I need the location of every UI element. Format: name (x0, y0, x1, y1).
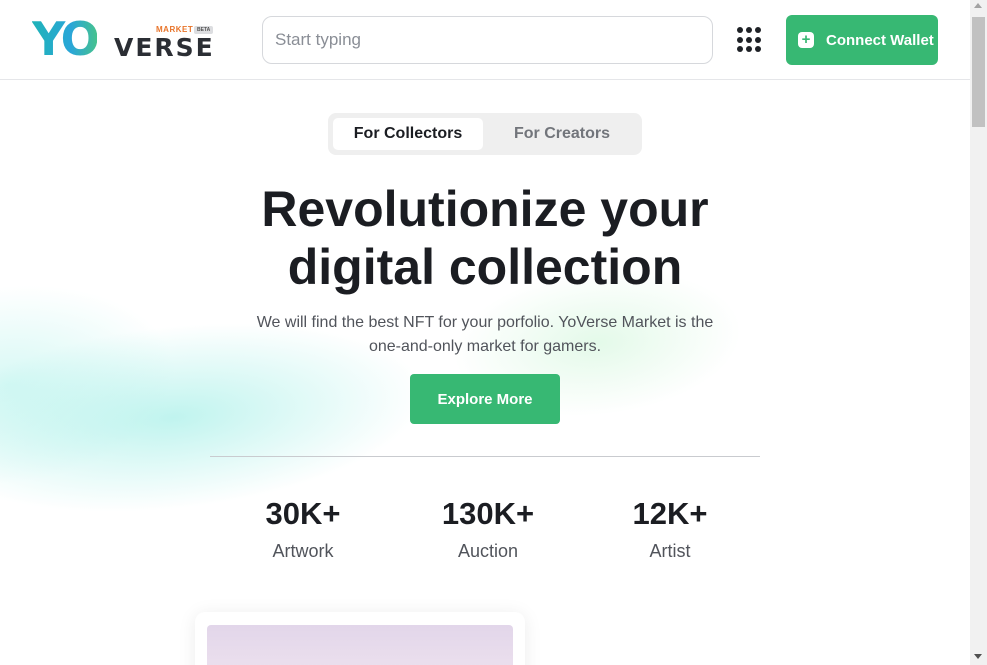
stat-value: 130K+ (441, 496, 535, 531)
hero-subtitle-line-2: one-and-only market for gamers. (368, 338, 602, 355)
audience-toggle: For Collectors For Creators (328, 113, 642, 155)
nft-preview-image (207, 625, 513, 665)
explore-more-button[interactable]: Explore More (410, 374, 560, 424)
tab-for-creators[interactable]: For Creators (488, 118, 636, 150)
stat-value: 12K+ (632, 496, 708, 531)
scroll-up-arrow-icon[interactable] (974, 3, 982, 8)
grid-dot (746, 46, 752, 53)
plus-square-icon: + (798, 32, 814, 48)
grid-dot (755, 46, 761, 53)
stat-auction: 130K+ Auction (408, 494, 568, 568)
yoverse-logo[interactable]: YO MARKET BETA VERSE (32, 16, 214, 62)
stat-artist: 12K+ Artist (590, 494, 750, 568)
grid-dot (746, 27, 752, 33)
scrollbar-thumb[interactable] (972, 17, 985, 127)
top-navbar: YO MARKET BETA VERSE + Connect Wallet (0, 0, 970, 80)
connect-wallet-label: Connect Wallet (826, 31, 934, 49)
grid-dots-icon[interactable] (737, 27, 763, 53)
scroll-down-arrow-icon[interactable] (974, 654, 982, 659)
nft-preview-card[interactable] (195, 612, 525, 665)
stat-label: Artist (649, 541, 691, 561)
grid-dot (737, 46, 743, 53)
stat-artwork: 30K+ Artwork (223, 494, 383, 568)
grid-dot (737, 27, 743, 33)
hero-title-line-1: Revolutionize your (261, 181, 709, 237)
page-scrollbar[interactable] (970, 0, 987, 665)
connect-wallet-button[interactable]: + Connect Wallet (786, 15, 938, 65)
hero-title-line-2: digital collection (287, 239, 683, 295)
tab-for-collectors[interactable]: For Collectors (333, 118, 483, 150)
stat-label: Auction (457, 541, 519, 561)
hero-subtitle: We will find the best NFT for your porfo… (220, 311, 750, 359)
logo-wordmark: VERSE (114, 33, 215, 62)
grid-dot (737, 36, 743, 43)
stat-value: 30K+ (265, 496, 341, 531)
search-input[interactable] (262, 16, 713, 64)
grid-dot (746, 36, 752, 43)
stat-label: Artwork (272, 541, 334, 561)
section-divider (210, 456, 760, 457)
logo-mark: YO (32, 12, 100, 66)
hero-subtitle-line-1: We will find the best NFT for your porfo… (256, 314, 714, 331)
grid-dot (755, 36, 761, 43)
hero-title: Revolutionize your digital collection (170, 180, 800, 296)
grid-dot (755, 27, 761, 33)
